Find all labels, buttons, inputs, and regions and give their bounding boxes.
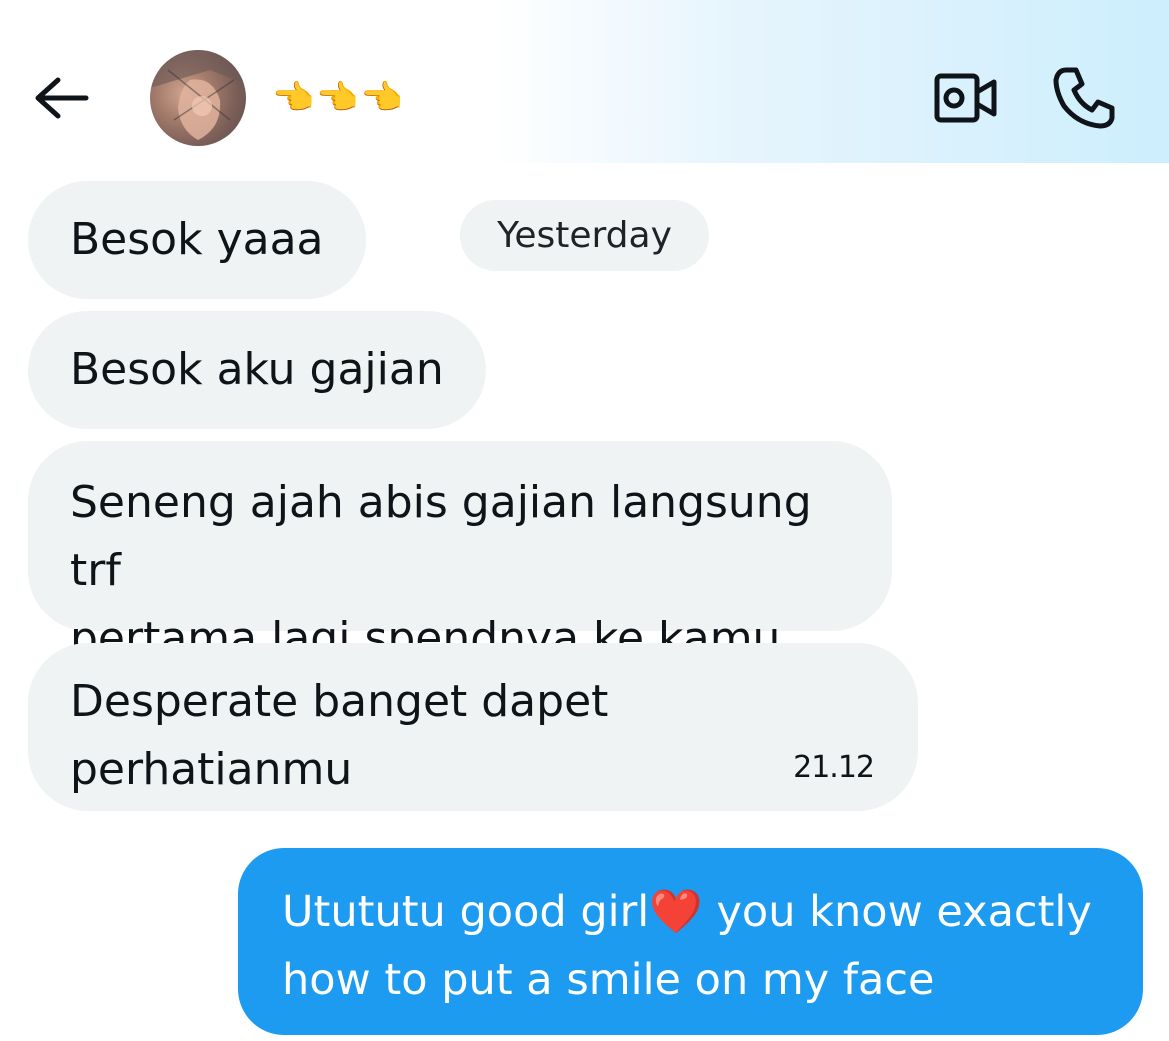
message-text: you know exactly xyxy=(702,887,1092,937)
voice-call-button[interactable] xyxy=(1052,64,1118,130)
avatar[interactable] xyxy=(150,50,246,146)
avatar-photo xyxy=(150,50,246,140)
message-text: Besok yaaa xyxy=(70,214,324,265)
message-text: Utututu good girl xyxy=(282,887,650,937)
arrow-left-icon xyxy=(35,77,89,119)
contact-name[interactable]: 👈👈👈 xyxy=(272,78,405,118)
message-timestamp: 21.12 xyxy=(793,750,875,785)
video-call-button[interactable] xyxy=(932,70,1000,126)
message-text-line: how to put a smile on my face xyxy=(282,955,935,1005)
outgoing-message[interactable]: Utututu good girl❤️ you know exactly how… xyxy=(238,848,1143,1035)
video-camera-icon xyxy=(934,73,997,123)
phone-icon xyxy=(1053,67,1115,129)
incoming-message[interactable]: Besok yaaa xyxy=(28,181,366,299)
date-separator: Yesterday xyxy=(460,200,709,271)
incoming-message[interactable]: Besok aku gajian xyxy=(28,311,486,429)
message-text-line: Seneng ajah abis gajian langsung trf xyxy=(70,477,812,596)
message-text: Desperate banget dapet perhatianmu xyxy=(70,676,609,795)
incoming-message[interactable]: Seneng ajah abis gajian langsung trf per… xyxy=(28,441,892,664)
heart-emoji-icon: ❤️ xyxy=(649,887,703,937)
message-text: Besok aku gajian xyxy=(70,344,444,395)
message-text-line: Utututu good girl❤️ you know exactly xyxy=(282,878,1099,946)
back-button[interactable] xyxy=(30,70,92,126)
incoming-message[interactable]: Desperate banget dapet perhatianmu 21.12 xyxy=(28,643,918,811)
chat-header: 👈👈👈 xyxy=(0,0,1169,163)
